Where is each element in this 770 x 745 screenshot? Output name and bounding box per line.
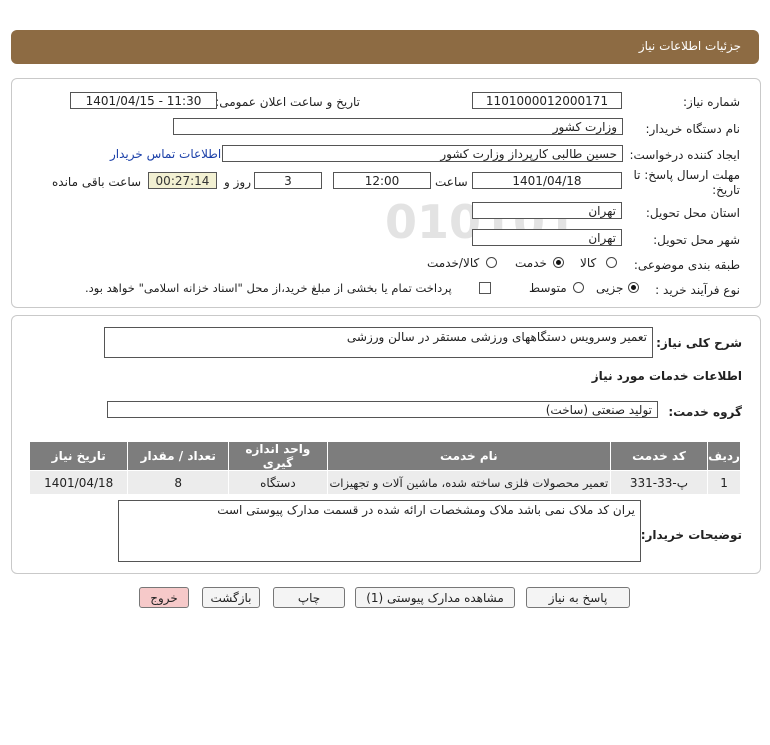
page-title: جزئیات اطلاعات نیاز [638, 39, 741, 53]
treasury-payment-note: پرداخت تمام یا بخشی از مبلغ خرید،از محل … [85, 281, 452, 295]
deadline-label-line1: مهلت ارسال پاسخ: تا [633, 168, 740, 182]
buyer-org-field: وزارت کشور [173, 118, 623, 135]
delivery-city-label: شهر محل تحویل: [653, 233, 740, 247]
remaining-time-field: 00:27:14 [148, 172, 217, 189]
service-group-field: تولید صنعتی (ساخت) [107, 401, 658, 418]
col-service-code: کد خدمت [609, 441, 709, 471]
page-header: جزئیات اطلاعات نیاز [11, 30, 759, 64]
category-goods-label: کالا [580, 256, 597, 270]
delivery-city-field: تهران [472, 229, 622, 246]
days-field: 3 [254, 172, 322, 189]
services-section-title: اطلاعات خدمات مورد نیاز [591, 369, 742, 383]
summary-label: شرح کلی نیاز: [656, 336, 742, 350]
print-button[interactable]: چاپ [273, 587, 345, 608]
category-both-label: کالا/خدمت [427, 256, 480, 270]
cell-service-name: تعمیر محصولات فلزی ساخته شده، ماشین آلات… [326, 470, 611, 495]
buyer-contact-link[interactable]: اطلاعات تماس خریدار [110, 147, 221, 161]
category-goods-radio[interactable] [606, 257, 617, 268]
view-attachments-button[interactable]: مشاهده مدارک پیوستی (1) [355, 587, 515, 608]
deadline-time-field: 12:00 [333, 172, 431, 189]
process-partial-label: جزیی [596, 281, 624, 295]
services-table: تاریخ نیاز تعداد / مقدار واحد اندازه گیر… [28, 441, 741, 495]
category-service-radio[interactable] [553, 257, 564, 268]
deadline-date-field: 1401/04/18 [472, 172, 622, 189]
remaining-label: ساعت باقی مانده [52, 175, 142, 189]
process-partial-radio[interactable] [628, 282, 639, 293]
exit-button[interactable]: خروج [139, 587, 189, 608]
services-table-wrap: تاریخ نیاز تعداد / مقدار واحد اندازه گیر… [28, 441, 741, 495]
category-label: طبقه بندی موضوعی: [633, 258, 740, 272]
back-button[interactable]: بازگشت [202, 587, 260, 608]
days-label: روز و [224, 175, 251, 189]
deadline-time-label: ساعت [435, 175, 468, 189]
deadline-label: مهلت ارسال پاسخ: تا تاریخ: [633, 168, 740, 198]
creator-field: حسین طالبی کارپرداز وزارت کشور [222, 145, 623, 162]
table-row[interactable]: 1401/04/18 8 دستگاه تعمیر محصولات فلزی س… [28, 470, 741, 495]
creator-label: ایجاد کننده درخواست: [629, 148, 740, 162]
deadline-label-line2: تاریخ: [712, 183, 740, 197]
col-row: ردیف [707, 441, 741, 471]
cell-quantity: 8 [127, 470, 230, 495]
col-quantity: تعداد / مقدار [127, 441, 230, 471]
col-service-name: نام خدمت [326, 441, 611, 471]
delivery-province-label: استان محل تحویل: [645, 206, 740, 220]
buyer-org-label: نام دستگاه خریدار: [645, 122, 741, 136]
process-medium-radio[interactable] [573, 282, 584, 293]
reply-button[interactable]: پاسخ به نیاز [526, 587, 630, 608]
category-service-label: خدمت [515, 256, 547, 270]
col-need-date: تاریخ نیاز [28, 441, 129, 471]
cell-row-number: 1 [707, 470, 741, 495]
cell-need-date: 1401/04/18 [28, 470, 129, 495]
buyer-notes-label: توضیحات خریدار: [640, 528, 742, 542]
need-number-label: شماره نیاز: [683, 95, 740, 109]
table-header-row: تاریخ نیاز تعداد / مقدار واحد اندازه گیر… [28, 441, 741, 471]
delivery-province-field: تهران [472, 202, 622, 219]
buyer-notes-field: یران کد ملاک نمی باشد ملاک ومشخصات ارائه… [118, 500, 641, 562]
announce-field: 1401/04/15 - 11:30 [70, 92, 217, 109]
cell-unit: دستگاه [228, 470, 328, 495]
col-unit: واحد اندازه گیری [228, 441, 328, 471]
summary-field: تعمیر وسرویس دستگاههای ورزشی مستقر در سا… [104, 327, 653, 358]
cell-service-code: پ-33-331 [609, 470, 709, 495]
announce-label: تاریخ و ساعت اعلان عمومی: [215, 95, 360, 109]
need-number-field: 1101000012000171 [472, 92, 622, 109]
process-medium-label: متوسط [529, 281, 567, 295]
service-group-label: گروه خدمت: [668, 405, 742, 419]
category-both-radio[interactable] [486, 257, 497, 268]
process-label: نوع فرآیند خرید : [655, 283, 740, 297]
treasury-payment-checkbox[interactable] [479, 282, 491, 294]
